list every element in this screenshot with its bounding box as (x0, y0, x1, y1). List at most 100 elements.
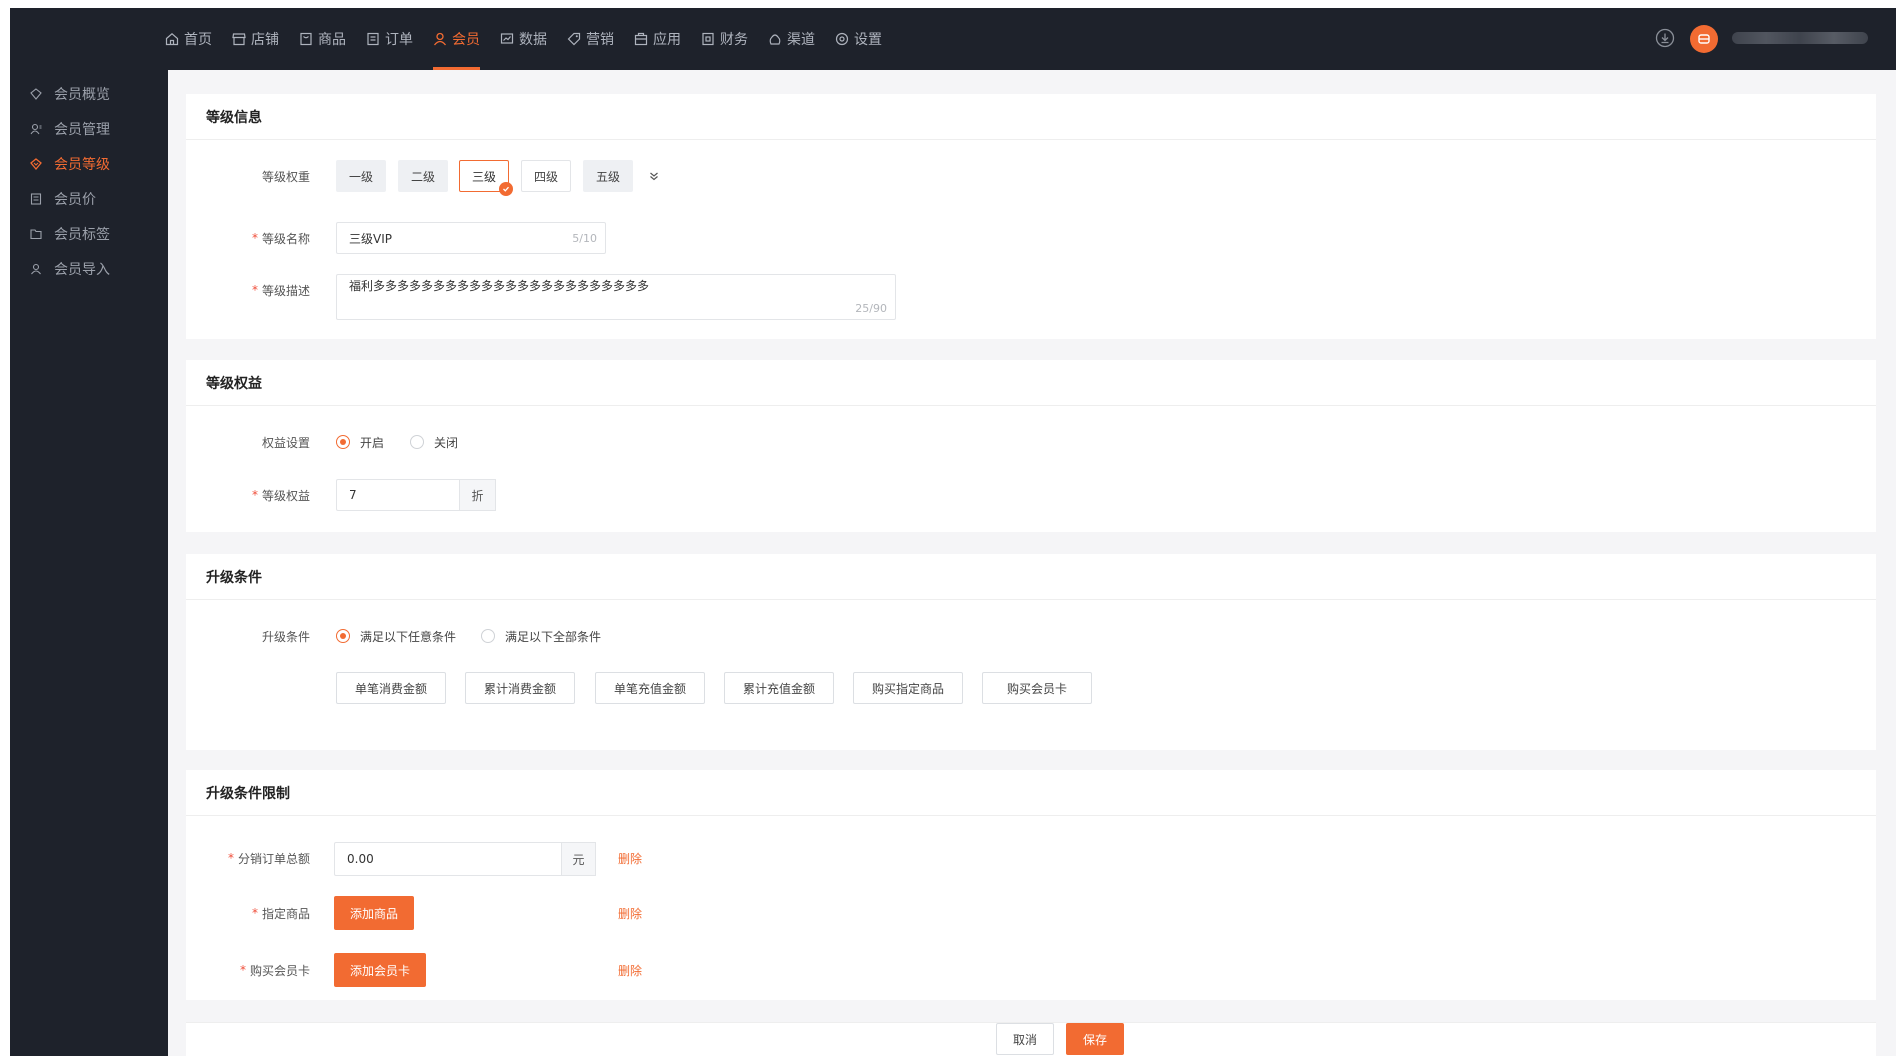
level-name-value: 三级VIP (349, 231, 392, 246)
level-desc-counter: 25/90 (855, 302, 887, 315)
level-weight-1[interactable]: 一级 (336, 160, 386, 192)
discount-value: 7 (349, 488, 357, 502)
level-weight-4[interactable]: 四级 (521, 160, 571, 192)
level-weight-label: 等级权重 (261, 169, 310, 184)
delete-card-link[interactable]: 删除 (618, 954, 642, 986)
nav-app-label: 应用 (653, 32, 681, 48)
sidebar-item-tags[interactable]: 会员标签 (30, 222, 110, 246)
rights-discount-row: * 等级权益 7 折 (186, 479, 1876, 511)
label-icon (30, 228, 42, 240)
rights-discount-label: * 等级权益 (251, 488, 310, 503)
expand-more-icon[interactable] (646, 168, 662, 184)
radio-dot (410, 435, 424, 449)
level-icon (30, 158, 42, 170)
app-icon (634, 32, 648, 46)
nav-app[interactable]: 应用 (634, 8, 681, 70)
level-weight-3[interactable]: 三级 (459, 160, 513, 196)
product-icon (299, 32, 313, 46)
delete-order-total-link[interactable]: 删除 (618, 842, 642, 874)
buy-card-button[interactable]: 购买会员卡 (982, 672, 1092, 704)
upgrade-limit-card: 升级条件限制 * 分销订单总额 0.00 元 删除 * 指定商品 添加商品 删除 *… (186, 770, 1876, 1000)
level-desc-label: * 等级描述 (251, 283, 310, 298)
sidebar-item-import[interactable]: 会员导入 (30, 257, 110, 281)
nav-marketing-label: 营销 (586, 32, 614, 48)
save-button[interactable]: 保存 (1066, 1023, 1124, 1055)
nav-settings[interactable]: 设置 (835, 8, 882, 70)
member-icon (433, 32, 447, 46)
level-desc-row: * 等级描述 福利多多多多多多多多多多多多多多多多多多多多多多多 25/90 (186, 274, 1876, 320)
upgrade-mode-label: 升级条件 (261, 629, 310, 644)
sidebar-item-price[interactable]: 会员价 (30, 187, 96, 211)
sidebar-item-label: 会员标签 (54, 227, 110, 243)
discount-input[interactable]: 7 折 (336, 479, 496, 511)
rights-on-radio[interactable]: 开启 (336, 426, 384, 458)
check-icon (499, 182, 513, 196)
sidebar-item-label: 会员等级 (54, 157, 110, 173)
nav-member[interactable]: 会员 (433, 8, 480, 70)
any-condition-radio[interactable]: 满足以下任意条件 (336, 620, 456, 652)
upgrade-mode-row: 升级条件 满足以下任意条件 满足以下全部条件 (186, 620, 1876, 652)
condition-buttons-row: 单笔消费金额 累计消费金额 单笔充值金额 累计充值金额 购买指定商品 购买会员卡 (186, 672, 1876, 704)
app-window: 首页 店铺 商品 订单 会员 数据 营销 应用 财务 渠道 设置 会员概览 会员… (10, 8, 1896, 1056)
nav-marketing[interactable]: 营销 (567, 8, 614, 70)
sidebar-item-label: 会员导入 (54, 262, 110, 278)
sidebar-item-label: 会员概览 (54, 87, 110, 103)
download-icon (1655, 28, 1675, 48)
tag-icon (567, 32, 581, 46)
rights-setting-label: 权益设置 (261, 435, 310, 450)
rights-setting-row: 权益设置 开启 关闭 (186, 426, 1876, 458)
sidebar-item-manage[interactable]: 会员管理 (30, 117, 110, 141)
single-spend-button[interactable]: 单笔消费金额 (336, 672, 446, 704)
nav-order[interactable]: 订单 (366, 8, 413, 70)
level-weight-5[interactable]: 五级 (583, 160, 633, 192)
section-title: 等级信息 (186, 94, 1876, 140)
level-rights-card: 等级权益 权益设置 开启 关闭 * 等级权益 7 折 (186, 360, 1876, 532)
nav-home[interactable]: 首页 (165, 8, 212, 70)
radio-dot (336, 629, 350, 643)
order-icon (366, 32, 380, 46)
nav-data-label: 数据 (519, 32, 547, 48)
single-recharge-button[interactable]: 单笔充值金额 (595, 672, 705, 704)
nav-data[interactable]: 数据 (500, 8, 547, 70)
download-button[interactable] (1653, 26, 1677, 50)
product-limit-row: * 指定商品 添加商品 删除 (186, 896, 1876, 930)
cancel-button[interactable]: 取消 (996, 1023, 1054, 1055)
overview-icon (30, 88, 42, 100)
order-total-value: 0.00 (347, 852, 374, 866)
nav-channel[interactable]: 渠道 (768, 8, 815, 70)
level-weight-3-label: 三级 (471, 169, 496, 184)
total-recharge-button[interactable]: 累计充值金额 (724, 672, 834, 704)
total-spend-button[interactable]: 累计消费金额 (465, 672, 575, 704)
delete-product-link[interactable]: 删除 (618, 897, 642, 929)
sidebar-item-label: 会员管理 (54, 122, 110, 138)
add-product-button[interactable]: 添加商品 (334, 896, 414, 930)
all-condition-radio[interactable]: 满足以下全部条件 (481, 620, 601, 652)
add-member-card-button[interactable]: 添加会员卡 (334, 953, 426, 987)
level-name-label: * 等级名称 (251, 231, 310, 246)
price-icon (30, 193, 42, 205)
main-content: 等级信息 等级权重 一级 二级 三级 四级 五级 * 等级名称 三级VIP 5/… (168, 70, 1896, 1056)
store-icon (232, 32, 246, 46)
sidebar-item-overview[interactable]: 会员概览 (30, 82, 110, 106)
level-name-counter: 5/10 (572, 232, 597, 245)
footer-actions: 取消 保存 (186, 1022, 1876, 1056)
nav-product[interactable]: 商品 (299, 8, 346, 70)
level-desc-textarea[interactable]: 福利多多多多多多多多多多多多多多多多多多多多多多多 25/90 (336, 274, 896, 320)
discount-unit: 折 (459, 479, 496, 511)
user-manage-icon (30, 123, 42, 135)
sidebar-item-level[interactable]: 会员等级 (30, 152, 110, 176)
level-weight-2[interactable]: 二级 (398, 160, 448, 192)
order-total-input[interactable]: 0.00 元 (334, 842, 596, 876)
home-icon (165, 32, 179, 46)
level-info-card: 等级信息 等级权重 一级 二级 三级 四级 五级 * 等级名称 三级VIP 5/… (186, 94, 1876, 339)
nav-store[interactable]: 店铺 (232, 8, 279, 70)
nav-finance[interactable]: 财务 (701, 8, 748, 70)
buy-product-button[interactable]: 购买指定商品 (853, 672, 963, 704)
product-limit-label: * 指定商品 (251, 906, 310, 921)
section-title: 升级条件限制 (186, 770, 1876, 816)
nav-finance-label: 财务 (720, 32, 748, 48)
avatar[interactable] (1690, 25, 1718, 53)
level-name-input[interactable]: 三级VIP 5/10 (336, 222, 606, 254)
rights-off-radio[interactable]: 关闭 (410, 426, 458, 458)
nav-product-label: 商品 (318, 32, 346, 48)
